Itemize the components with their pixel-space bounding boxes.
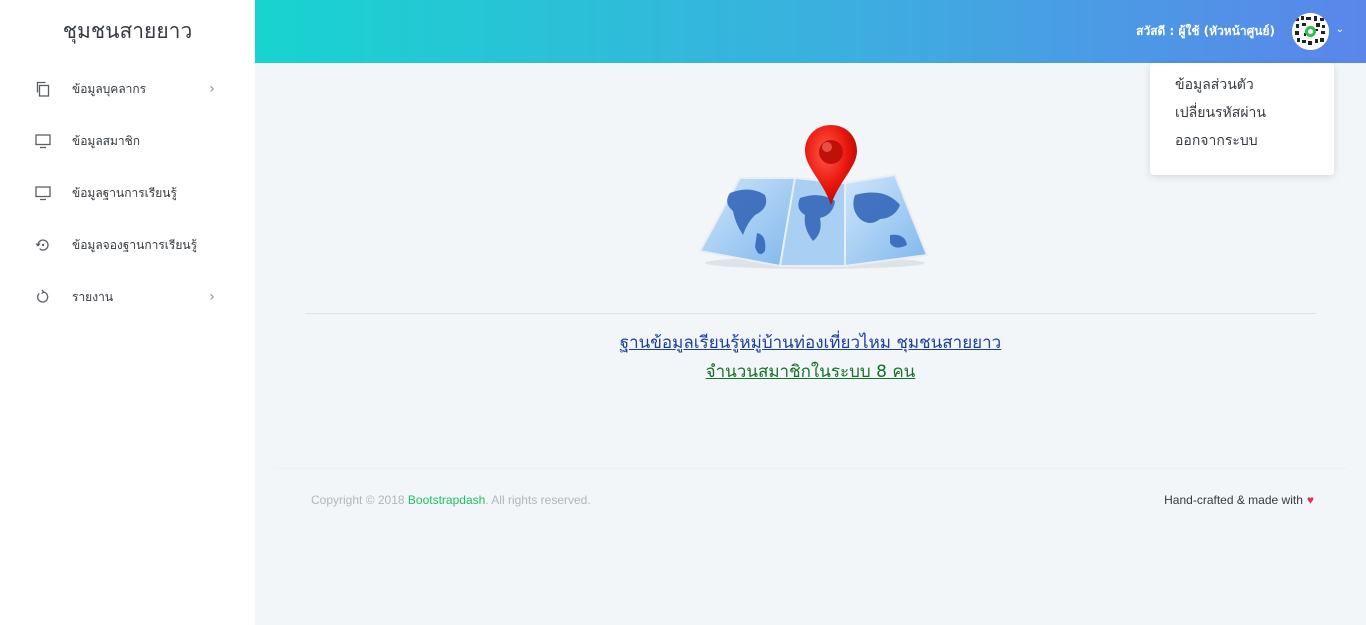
sidebar-item-label: ข้อมูลฐานการเรียนรู้ [72,185,177,200]
history-icon [34,236,52,254]
map-pin-illustration [695,123,935,273]
sidebar-item-booking[interactable]: ข้อมูลจองฐานการเรียนรู้ [0,219,255,271]
brand-title[interactable]: ชุมชนสายยาว [0,0,255,63]
learning-base-title-link[interactable]: ฐานข้อมูลเรียนรู้หมู่บ้านท่องเที่ยวไหม ช… [255,329,1366,356]
chevron-right-icon: › [209,289,215,305]
copy-icon [34,80,52,98]
member-count-link[interactable]: จำนวนสมาชิกในระบบ 8 คน [255,358,1366,385]
sidebar-item-label: ข้อมูลจองฐานการเรียนรู้ [72,237,198,252]
monitor-icon [34,184,52,202]
sidebar-item-reports[interactable]: รายงาน › [0,271,255,323]
top-navbar: สวัสดี : ผู้ใช้ (หัวหน้าศูนย์) ⌄ [255,0,1366,63]
user-greeting[interactable]: สวัสดี : ผู้ใช้ (หัวหน้าศูนย์) [1136,22,1275,41]
footer: Copyright © 2018 Bootstrapdash. All righ… [273,468,1348,531]
sidebar: ชุมชนสายยาว ข้อมูลบุคลากร › ข้อมูลสมาชิก… [0,0,255,625]
chevron-right-icon: › [209,81,215,97]
sidebar-nav: ข้อมูลบุคลากร › ข้อมูลสมาชิก ข้อมูลฐานกา… [0,63,255,323]
monitor-icon [34,132,52,150]
sidebar-item-label: รายงาน [72,289,114,304]
sidebar-item-learning-base[interactable]: ข้อมูลฐานการเรียนรู้ [0,167,255,219]
bootstrapdash-link[interactable]: Bootstrapdash [408,493,485,507]
refresh-icon [34,288,52,306]
chevron-down-icon[interactable]: ⌄ [1336,24,1344,35]
copyright-text: Copyright © 2018 Bootstrapdash. All righ… [311,493,591,507]
main-content: ฐานข้อมูลเรียนรู้หมู่บ้านท่องเที่ยวไหม ช… [255,63,1366,625]
heart-icon: ♥ [1306,493,1314,507]
sidebar-item-personnel[interactable]: ข้อมูลบุคลากร › [0,63,255,115]
sidebar-item-members[interactable]: ข้อมูลสมาชิก [0,115,255,167]
avatar[interactable] [1292,13,1329,50]
sidebar-item-label: ข้อมูลสมาชิก [72,133,141,148]
divider [305,313,1316,314]
credits-text: Hand-crafted & made with ♥ [1164,493,1314,507]
sidebar-item-label: ข้อมูลบุคลากร [72,81,147,96]
